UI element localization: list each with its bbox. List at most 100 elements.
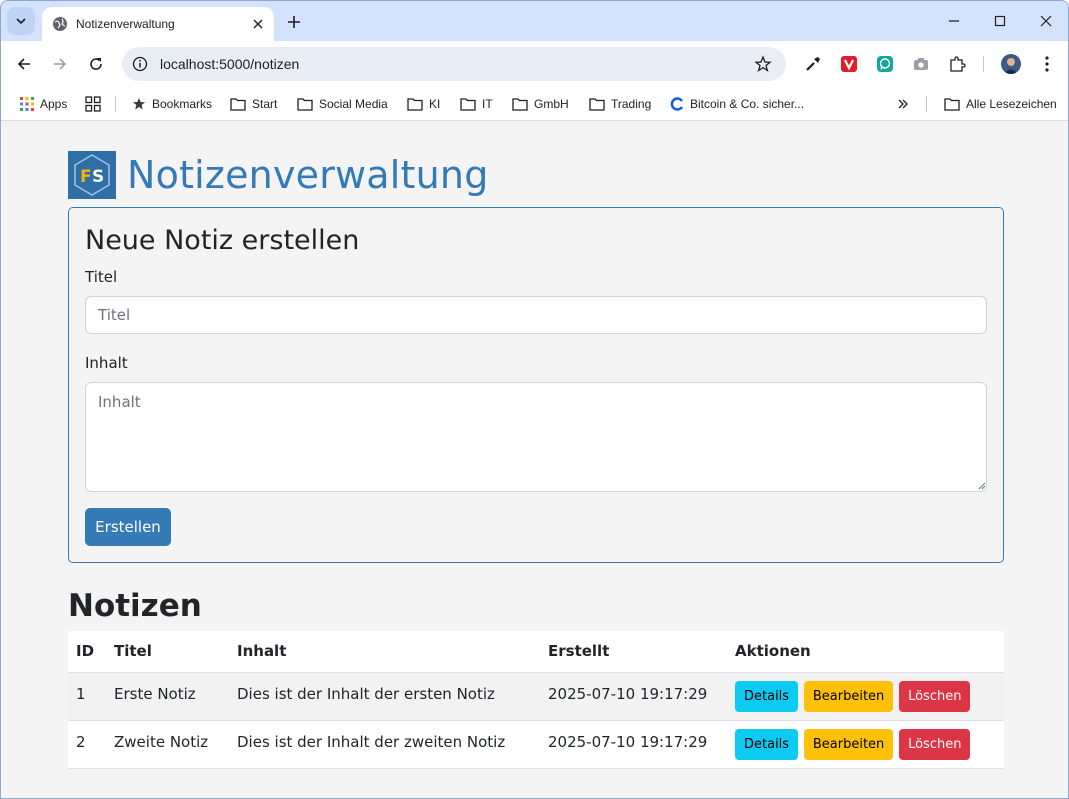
bookmark-label: Apps xyxy=(40,97,68,111)
note-actions: Details Bearbeiten Löschen xyxy=(727,672,1004,721)
bookmark-folder-start[interactable]: Start xyxy=(230,94,277,114)
edit-button[interactable]: Bearbeiten xyxy=(803,728,894,760)
close-tab-icon[interactable] xyxy=(248,14,268,34)
double-chevron-right-icon xyxy=(897,98,909,110)
reload-icon xyxy=(90,58,102,70)
fs-logo: F S xyxy=(68,151,116,199)
note-created: 2025-07-10 19:17:29 xyxy=(540,672,727,721)
title-label: Titel xyxy=(85,268,118,286)
table-row: 1 Erste Notiz Dies ist der Inhalt der er… xyxy=(68,672,1004,721)
tab-groups-icon xyxy=(85,96,101,112)
notes-heading: Notizen xyxy=(68,588,202,624)
maximize-button[interactable] xyxy=(988,9,1012,33)
col-title-header: Titel xyxy=(106,631,229,673)
apps-grid-icon xyxy=(20,97,34,111)
browser-toolbar: localhost:5000/notizen xyxy=(1,41,1068,87)
title-input[interactable] xyxy=(85,296,987,334)
col-created-header: Erstellt xyxy=(540,631,727,673)
bookmark-folder-ki[interactable]: KI xyxy=(407,94,440,114)
bookmark-star-icon[interactable] xyxy=(754,55,772,73)
page-title: Notizenverwaltung xyxy=(127,153,489,197)
more-bookmarks-button[interactable] xyxy=(897,94,909,114)
chat-extension-icon[interactable] xyxy=(875,54,895,74)
close-window-button[interactable] xyxy=(1034,9,1058,33)
site-info-icon[interactable] xyxy=(132,56,148,72)
bookmark-label: Start xyxy=(252,97,278,111)
bookmarks-bar: Apps Bookmarks Start Social Media KI IT … xyxy=(1,87,1068,121)
note-title: Erste Notiz xyxy=(106,672,229,721)
new-tab-button[interactable] xyxy=(283,11,305,33)
folder-icon xyxy=(407,97,423,111)
bookmark-apps[interactable]: Apps xyxy=(20,94,67,114)
bookmark-label: Bookmarks xyxy=(152,97,213,111)
close-icon xyxy=(1040,15,1052,27)
edit-button[interactable]: Bearbeiten xyxy=(803,680,894,712)
tab-search-button[interactable] xyxy=(7,7,35,35)
create-button[interactable]: Erstellen xyxy=(85,508,171,546)
page-content: F S Notizenverwaltung Neue Notiz erstell… xyxy=(1,122,1068,798)
content-label: Inhalt xyxy=(85,354,128,372)
all-bookmarks-button[interactable]: Alle Lesezeichen xyxy=(944,94,1057,114)
browser-menu-icon[interactable] xyxy=(1037,54,1057,74)
form-heading: Neue Notiz erstellen xyxy=(85,225,360,256)
logo-letter-f: F xyxy=(80,167,92,187)
bookmark-separator xyxy=(926,96,927,112)
bookmark-folder-gmbh[interactable]: GmbH xyxy=(512,94,569,114)
content-textarea[interactable] xyxy=(85,382,987,492)
table-header-row: ID Titel Inhalt Erstellt Aktionen xyxy=(68,631,1004,673)
details-button[interactable]: Details xyxy=(735,680,799,712)
arrow-left-icon xyxy=(17,58,30,70)
bookmark-label: Bitcoin & Co. sicher... xyxy=(690,97,805,111)
create-note-card: Neue Notiz erstellen Titel Inhalt Erstel… xyxy=(68,207,1004,563)
camera-extension-icon[interactable] xyxy=(911,54,931,74)
col-actions-header: Aktionen xyxy=(727,631,1004,673)
vivaldi-extension-icon[interactable] xyxy=(839,54,859,74)
chevron-down-icon xyxy=(16,18,26,25)
table-row: 2 Zweite Notiz Dies ist der Inhalt der z… xyxy=(68,720,1004,769)
bookmark-separator xyxy=(115,96,116,112)
note-title: Zweite Notiz xyxy=(106,720,229,769)
star-icon xyxy=(132,97,146,111)
back-button[interactable] xyxy=(12,52,36,76)
bitcoin-site-icon xyxy=(670,97,684,111)
bookmark-bookmarks[interactable]: Bookmarks xyxy=(132,94,212,114)
folder-icon xyxy=(230,97,246,111)
globe-icon xyxy=(52,16,68,32)
note-id: 1 xyxy=(68,672,106,721)
folder-icon xyxy=(297,97,313,111)
col-content-header: Inhalt xyxy=(229,631,540,673)
eyedropper-extension-icon[interactable] xyxy=(803,54,823,74)
browser-window: Notizenverwaltung localhost:5000/notizen… xyxy=(0,0,1069,799)
logo-letter-s: S xyxy=(92,167,104,187)
brand-header: F S Notizenverwaltung xyxy=(68,151,489,199)
bookmark-label: Alle Lesezeichen xyxy=(966,97,1057,111)
delete-button[interactable]: Löschen xyxy=(899,728,971,760)
extensions-puzzle-icon[interactable] xyxy=(947,54,967,74)
bookmark-folder-trading[interactable]: Trading xyxy=(589,94,651,114)
folder-icon xyxy=(460,97,476,111)
col-id-header: ID xyxy=(68,631,106,673)
bookmark-tab-groups[interactable] xyxy=(85,94,101,114)
delete-button[interactable]: Löschen xyxy=(899,680,971,712)
note-id: 2 xyxy=(68,720,106,769)
bookmark-label: IT xyxy=(482,97,493,111)
active-tab[interactable]: Notizenverwaltung xyxy=(42,7,274,41)
bookmark-folder-social-media[interactable]: Social Media xyxy=(297,94,388,114)
resize-grip-icon[interactable] xyxy=(978,482,986,490)
folder-icon xyxy=(512,97,528,111)
minimize-button[interactable] xyxy=(942,9,966,33)
folder-icon xyxy=(589,97,605,111)
tab-strip: Notizenverwaltung xyxy=(1,1,1068,41)
forward-button[interactable] xyxy=(48,52,72,76)
minimize-icon xyxy=(949,20,959,22)
reload-button[interactable] xyxy=(84,52,108,76)
url-text: localhost:5000/notizen xyxy=(160,56,300,72)
arrow-right-icon xyxy=(54,58,67,70)
note-created: 2025-07-10 19:17:29 xyxy=(540,720,727,769)
details-button[interactable]: Details xyxy=(735,728,799,760)
address-bar[interactable]: localhost:5000/notizen xyxy=(122,47,786,81)
note-actions: Details Bearbeiten Löschen xyxy=(727,720,1004,769)
bookmark-bitcoin[interactable]: Bitcoin & Co. sicher... xyxy=(670,94,804,114)
bookmark-folder-it[interactable]: IT xyxy=(460,94,493,114)
profile-avatar[interactable] xyxy=(1001,54,1021,74)
